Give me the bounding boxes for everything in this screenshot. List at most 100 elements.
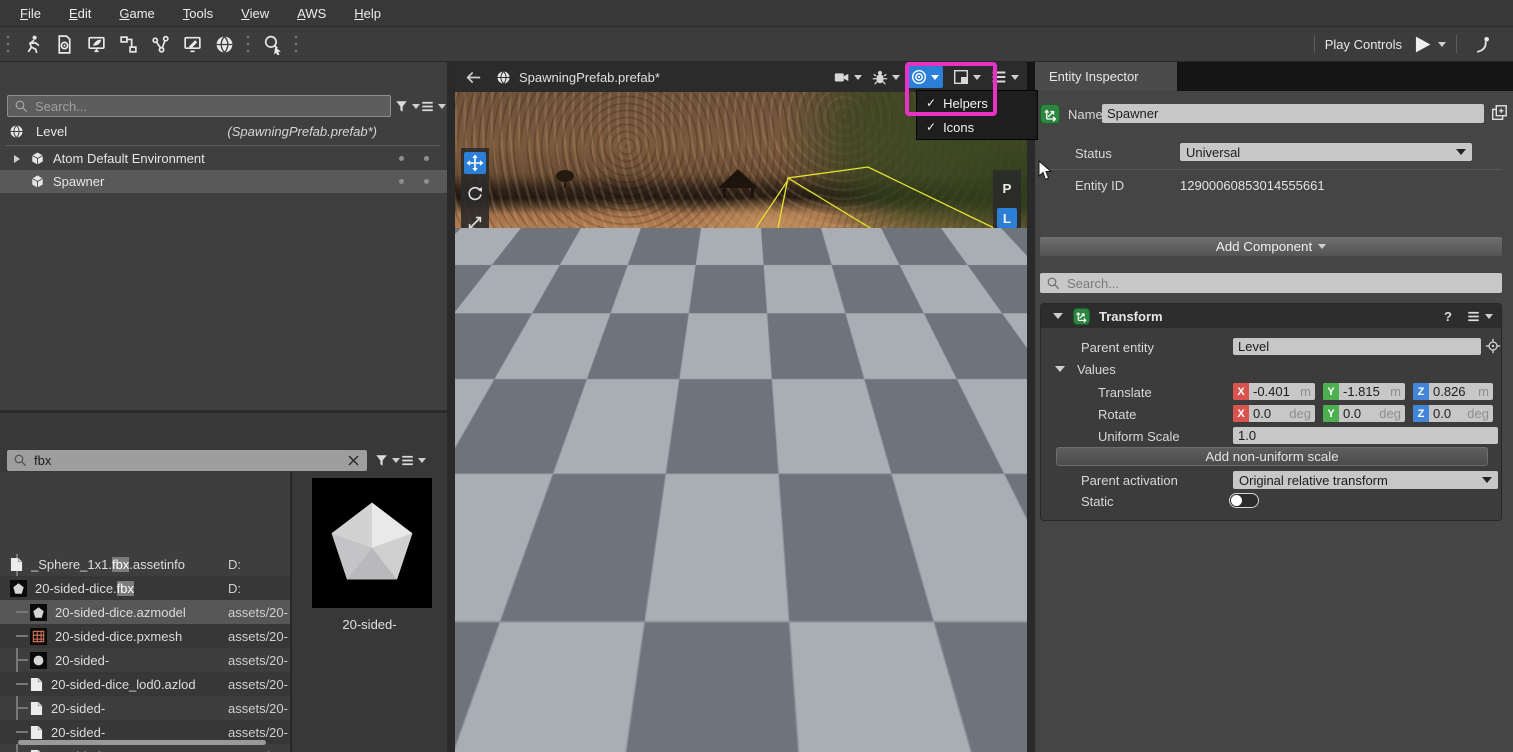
chevron-down-icon xyxy=(1438,42,1446,47)
tree-stub xyxy=(16,659,28,661)
transform-helper-icon[interactable] xyxy=(744,428,774,458)
outliner-search-input[interactable]: Search... xyxy=(7,95,391,117)
hamburger-menu-icon[interactable] xyxy=(1466,309,1481,324)
asset-menu-button[interactable] xyxy=(400,453,426,468)
entity-name-field[interactable]: Spawner xyxy=(1102,104,1484,123)
translate-y-field[interactable]: Y-1.815m xyxy=(1323,383,1405,400)
filter-icon xyxy=(394,99,409,114)
asset-row--sphere-1x1-fbx-assetinfo[interactable]: _Sphere_1x1.fbx.assetinfoD: xyxy=(0,552,290,576)
menu-view[interactable]: View xyxy=(227,6,283,21)
material-icon xyxy=(30,652,47,669)
status-select[interactable]: Universal xyxy=(1180,143,1472,161)
entity-id-value: 12900060853014555661 xyxy=(1180,178,1325,193)
move-tool-button[interactable] xyxy=(464,152,486,174)
chevron-down-icon xyxy=(412,104,420,109)
add-non-uniform-scale-button[interactable]: Add non-uniform scale xyxy=(1056,447,1488,466)
menu-tools[interactable]: Tools xyxy=(169,6,227,21)
translate-x-field[interactable]: X-0.401m xyxy=(1233,383,1315,400)
menu-file[interactable]: File xyxy=(6,6,55,21)
outliner-filter-button[interactable] xyxy=(394,99,420,114)
asset-row-20-sided-[interactable]: 20-sided-assets/20- xyxy=(0,648,290,672)
asset-search-input[interactable]: fbx xyxy=(7,450,367,471)
layout-menu-button[interactable] xyxy=(952,68,981,86)
viewport-scene[interactable]: Z Y X P L xyxy=(455,92,1027,752)
asset-row-20-sided-dice-lod0-azlod[interactable]: 20-sided-dice_lod0.azlodassets/20- xyxy=(0,672,290,696)
asset-preview-caption: 20-sided- xyxy=(292,617,447,632)
outliner-row-spawner[interactable]: Spawner xyxy=(0,170,447,193)
parent-activation-select[interactable]: Original relative transform xyxy=(1233,471,1498,489)
transform-helper-icon[interactable] xyxy=(548,470,580,502)
component-search-input[interactable]: Search... xyxy=(1040,273,1502,293)
chevron-down-icon xyxy=(1318,244,1326,249)
monitor-pencil-button[interactable] xyxy=(176,30,208,58)
collapse-chevron-icon[interactable] xyxy=(1055,366,1065,372)
menu-edit[interactable]: Edit xyxy=(55,6,105,21)
transform-component-icon xyxy=(1040,104,1060,124)
camera-menu-button[interactable] xyxy=(833,68,862,86)
level-name: Level xyxy=(36,124,67,139)
rotate-label: Rotate xyxy=(1098,407,1136,422)
rotate-tool-button[interactable] xyxy=(464,182,486,204)
menu-item-icons[interactable]: ✓Icons xyxy=(917,115,1037,139)
parent-space-button[interactable]: P xyxy=(997,178,1017,198)
globe-button[interactable] xyxy=(208,30,240,58)
toolbar-divider xyxy=(1314,35,1315,53)
asset-path: assets/20- xyxy=(228,749,288,752)
viewport-menu-button[interactable] xyxy=(990,68,1019,86)
rotate-y-field[interactable]: Y0.0deg xyxy=(1323,405,1405,422)
debug-menu-button[interactable] xyxy=(871,68,900,86)
toolbar-divider xyxy=(1456,35,1457,53)
dice-preview-image xyxy=(324,495,420,591)
transform-card-header[interactable]: Transform ? xyxy=(1041,304,1501,328)
help-icon[interactable]: ? xyxy=(1444,309,1452,324)
running-person-button[interactable] xyxy=(16,30,48,58)
outliner-row-atom-default-environment[interactable]: Atom Default Environment xyxy=(0,147,447,170)
asset-thumbnail[interactable] xyxy=(312,478,432,608)
collapse-chevron-icon[interactable] xyxy=(1053,313,1063,319)
asset-row-20-sided-dice-pxmesh[interactable]: 20-sided-dice.pxmeshassets/20- xyxy=(0,624,290,648)
helpers-visibility-button[interactable] xyxy=(906,66,943,88)
play-button[interactable] xyxy=(1412,30,1446,58)
hamburger-menu-icon xyxy=(420,99,435,114)
row-toggle-dots[interactable] xyxy=(399,156,429,161)
translate-z-field[interactable]: Z0.826m xyxy=(1413,383,1493,400)
back-arrow-icon[interactable] xyxy=(465,70,482,85)
scale-tool-button[interactable] xyxy=(464,212,486,234)
chevron-down-icon[interactable] xyxy=(1485,314,1493,319)
entity-picker-icon[interactable] xyxy=(1485,338,1501,354)
parent-entity-field[interactable]: Level xyxy=(1233,338,1481,355)
rotate-z-field[interactable]: Z0.0deg xyxy=(1413,405,1493,422)
row-toggle-dots[interactable] xyxy=(399,179,429,184)
document-gear-button[interactable] xyxy=(48,30,80,58)
add-component-button[interactable]: Add Component xyxy=(1040,237,1502,256)
prefab-overrides-icon[interactable] xyxy=(1490,104,1508,122)
expand-chevron-icon[interactable] xyxy=(12,154,22,164)
asset-row-20-sided-dice-fbx[interactable]: 20-sided-dice.fbxD: xyxy=(0,576,290,600)
outliner-row-level[interactable]: Level (SpawningPrefab.prefab*) xyxy=(0,120,447,143)
menu-item-helpers[interactable]: ✓Helpers xyxy=(917,91,1037,115)
horizontal-scrollbar[interactable] xyxy=(18,740,266,745)
menu-aws[interactable]: AWS xyxy=(283,6,340,21)
asset-filter-button[interactable] xyxy=(374,453,400,468)
node-graph-button[interactable] xyxy=(112,30,144,58)
waypoint-path-button[interactable] xyxy=(144,30,176,58)
asset-row-20-sided-[interactable]: 20-sided-assets/20- xyxy=(0,744,290,752)
uniform-scale-field[interactable]: 1.0 xyxy=(1233,427,1498,444)
rotate-icon xyxy=(466,184,484,202)
local-space-button[interactable]: L xyxy=(997,208,1017,228)
asset-row-20-sided-dice-azmodel[interactable]: 20-sided-dice.azmodelassets/20- xyxy=(0,600,290,624)
tree-stub xyxy=(16,635,28,637)
menu-game[interactable]: Game xyxy=(105,6,168,21)
rotate-x-field[interactable]: X0.0deg xyxy=(1233,405,1315,422)
game-mode-icon[interactable] xyxy=(1467,30,1499,58)
clear-search-icon[interactable] xyxy=(346,453,361,468)
menu-help[interactable]: Help xyxy=(340,6,395,21)
asset-row-20-sided-[interactable]: 20-sided-assets/20- xyxy=(0,696,290,720)
zoom-cursor-button[interactable] xyxy=(256,30,288,58)
viewport-tool-strip xyxy=(461,148,489,242)
asset-name: 20-sided- xyxy=(51,725,105,740)
zoom-cursor-icon xyxy=(262,34,283,55)
static-toggle[interactable] xyxy=(1229,493,1259,508)
monitor-leaf-button[interactable] xyxy=(80,30,112,58)
outliner-menu-button[interactable] xyxy=(420,99,446,114)
